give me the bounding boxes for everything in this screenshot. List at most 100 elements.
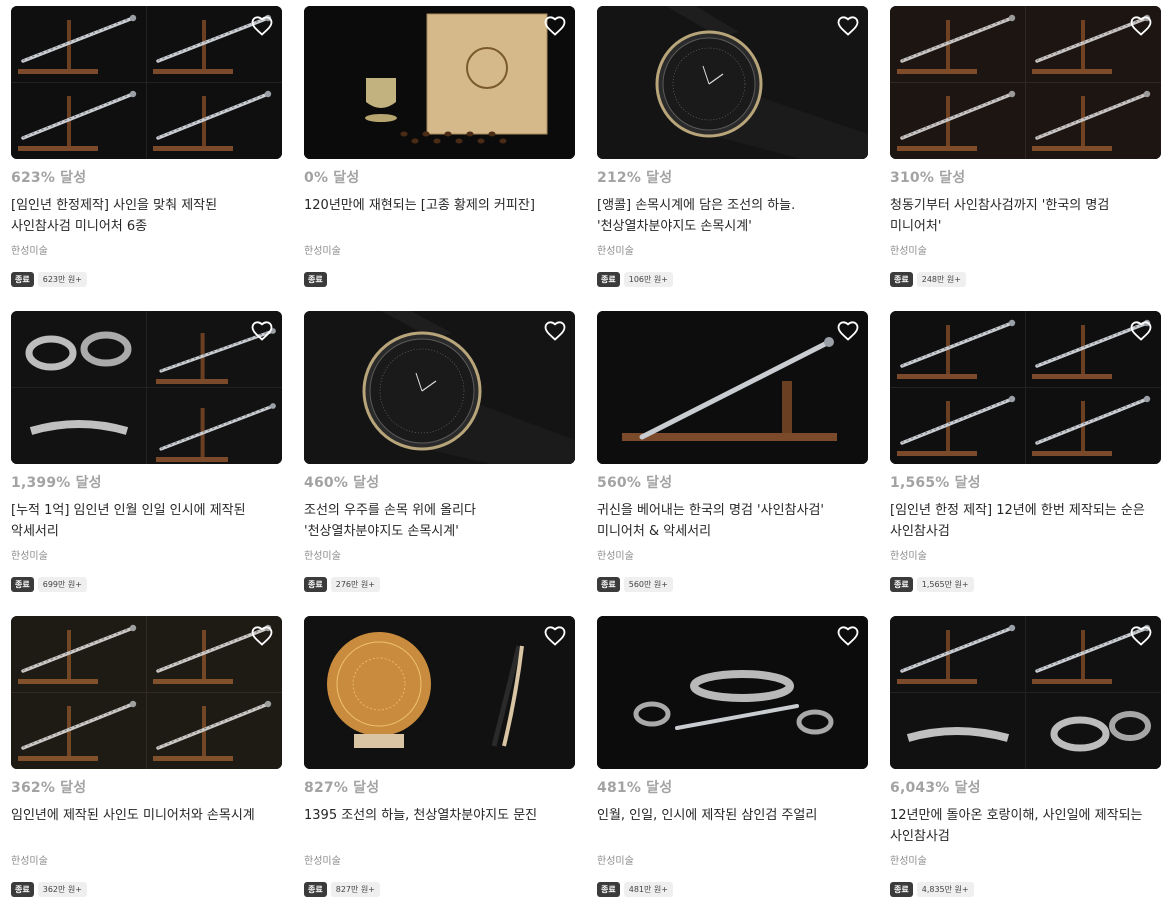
- project-title[interactable]: [누적 1억] 임인년 인월 인일 인시에 제작된 악세서리: [11, 500, 273, 542]
- status-badge: 종료: [890, 272, 913, 287]
- project-title[interactable]: 귀신을 베어내는 한국의 명검 '사인참사검' 미니어처 & 악세서리: [597, 500, 859, 542]
- maker-name[interactable]: 한성미술: [597, 547, 634, 562]
- maker-name[interactable]: 한성미술: [304, 242, 341, 257]
- project-title[interactable]: [임인년 한정제작] 사인을 맞춰 제작된 사인참사검 미니어처 6종: [11, 195, 273, 237]
- heart-icon[interactable]: [836, 319, 860, 343]
- maker-name[interactable]: 한성미술: [304, 547, 341, 562]
- project-title[interactable]: 12년만에 돌아온 호랑이해, 사인일에 제작되는 사인참사검: [890, 805, 1152, 847]
- heart-icon[interactable]: [543, 14, 567, 38]
- heart-icon[interactable]: [250, 319, 274, 343]
- project-card[interactable]: 560% 달성 귀신을 베어내는 한국의 명검 '사인참사검' 미니어처 & 악…: [597, 311, 868, 616]
- achievement-rate: 0% 달성: [304, 170, 360, 186]
- product-image: [11, 616, 282, 769]
- achievement-rate: 560% 달성: [597, 475, 673, 491]
- status-badge: 종료: [597, 577, 620, 592]
- product-image: [597, 616, 868, 769]
- project-thumbnail[interactable]: [597, 616, 868, 769]
- product-image: [11, 311, 282, 464]
- project-thumbnail[interactable]: [11, 6, 282, 159]
- project-meta: 종료 276만 원+: [304, 577, 380, 592]
- project-meta: 종료 623만 원+: [11, 272, 87, 287]
- project-title[interactable]: 임인년에 제작된 사인도 미니어처와 손목시계: [11, 805, 273, 826]
- project-card[interactable]: 0% 달성 120년만에 재현되는 [고종 황제의 커피잔] 한성미술 종료: [304, 6, 575, 311]
- project-thumbnail[interactable]: [890, 6, 1161, 159]
- product-image: [597, 6, 868, 159]
- maker-name[interactable]: 한성미술: [890, 547, 927, 562]
- project-thumbnail[interactable]: [304, 311, 575, 464]
- status-badge: 종료: [304, 882, 327, 897]
- project-title[interactable]: 1395 조선의 하늘, 천상열차분야지도 문진: [304, 805, 566, 826]
- maker-name[interactable]: 한성미술: [11, 547, 48, 562]
- funding-amount: 4,835만 원+: [916, 882, 974, 897]
- status-badge: 종료: [890, 882, 913, 897]
- funding-amount: 248만 원+: [916, 272, 966, 287]
- project-title[interactable]: [앵콜] 손목시계에 담은 조선의 하늘. '천상열차분야지도 손목시계': [597, 195, 859, 237]
- product-image: [597, 311, 868, 464]
- achievement-rate: 1,565% 달성: [890, 475, 981, 491]
- project-thumbnail[interactable]: [304, 6, 575, 159]
- funding-amount: 362만 원+: [37, 882, 87, 897]
- maker-name[interactable]: 한성미술: [890, 242, 927, 257]
- project-meta: 종료 362만 원+: [11, 882, 87, 897]
- project-card[interactable]: 212% 달성 [앵콜] 손목시계에 담은 조선의 하늘. '천상열차분야지도 …: [597, 6, 868, 311]
- project-title[interactable]: 120년만에 재현되는 [고종 황제의 커피잔]: [304, 195, 566, 216]
- achievement-rate: 362% 달성: [11, 780, 87, 796]
- status-badge: 종료: [304, 272, 327, 287]
- maker-name[interactable]: 한성미술: [597, 242, 634, 257]
- maker-name[interactable]: 한성미술: [304, 852, 341, 867]
- product-image: [304, 6, 575, 159]
- heart-icon[interactable]: [250, 14, 274, 38]
- project-thumbnail[interactable]: [597, 6, 868, 159]
- heart-icon[interactable]: [543, 319, 567, 343]
- achievement-rate: 481% 달성: [597, 780, 673, 796]
- project-meta: 종료 827만 원+: [304, 882, 380, 897]
- maker-name[interactable]: 한성미술: [597, 852, 634, 867]
- status-badge: 종료: [11, 882, 34, 897]
- project-title[interactable]: 인월, 인일, 인시에 제작된 삼인검 주얼리: [597, 805, 859, 826]
- status-badge: 종료: [890, 577, 913, 592]
- funding-amount: 623만 원+: [37, 272, 87, 287]
- project-card[interactable]: 6,043% 달성 12년만에 돌아온 호랑이해, 사인일에 제작되는 사인참사…: [890, 616, 1161, 921]
- maker-name[interactable]: 한성미술: [11, 242, 48, 257]
- heart-icon[interactable]: [543, 624, 567, 648]
- project-card[interactable]: 1,399% 달성 [누적 1억] 임인년 인월 인일 인시에 제작된 악세서리…: [11, 311, 282, 616]
- product-image: [890, 311, 1161, 464]
- project-card[interactable]: 623% 달성 [임인년 한정제작] 사인을 맞춰 제작된 사인참사검 미니어처…: [11, 6, 282, 311]
- heart-icon[interactable]: [836, 14, 860, 38]
- project-title[interactable]: 조선의 우주를 손목 위에 올리다 '천상열차분야지도 손목시계': [304, 500, 566, 542]
- project-meta: 종료 4,835만 원+: [890, 882, 974, 897]
- heart-icon[interactable]: [836, 624, 860, 648]
- project-meta: 종료 481만 원+: [597, 882, 673, 897]
- achievement-rate: 1,399% 달성: [11, 475, 102, 491]
- project-thumbnail[interactable]: [890, 616, 1161, 769]
- project-card[interactable]: 460% 달성 조선의 우주를 손목 위에 올리다 '천상열차분야지도 손목시계…: [304, 311, 575, 616]
- status-badge: 종료: [11, 577, 34, 592]
- achievement-rate: 460% 달성: [304, 475, 380, 491]
- heart-icon[interactable]: [1129, 624, 1153, 648]
- achievement-rate: 310% 달성: [890, 170, 966, 186]
- project-meta: 종료 106만 원+: [597, 272, 673, 287]
- project-card[interactable]: 1,565% 달성 [임인년 한정 제작] 12년에 한번 제작되는 순은 사인…: [890, 311, 1161, 616]
- funding-amount: 1,565만 원+: [916, 577, 974, 592]
- project-card[interactable]: 362% 달성 임인년에 제작된 사인도 미니어처와 손목시계 한성미술 종료 3…: [11, 616, 282, 921]
- project-card[interactable]: 310% 달성 청동기부터 사인참사검까지 '한국의 명검 미니어처' 한성미술…: [890, 6, 1161, 311]
- heart-icon[interactable]: [1129, 14, 1153, 38]
- project-thumbnail[interactable]: [597, 311, 868, 464]
- project-card[interactable]: 827% 달성 1395 조선의 하늘, 천상열차분야지도 문진 한성미술 종료…: [304, 616, 575, 921]
- project-title[interactable]: [임인년 한정 제작] 12년에 한번 제작되는 순은 사인참사검: [890, 500, 1152, 542]
- project-thumbnail[interactable]: [11, 311, 282, 464]
- heart-icon[interactable]: [250, 624, 274, 648]
- project-card[interactable]: 481% 달성 인월, 인일, 인시에 제작된 삼인검 주얼리 한성미술 종료 4…: [597, 616, 868, 921]
- project-meta: 종료 248만 원+: [890, 272, 966, 287]
- project-thumbnail[interactable]: [890, 311, 1161, 464]
- project-thumbnail[interactable]: [304, 616, 575, 769]
- achievement-rate: 6,043% 달성: [890, 780, 981, 796]
- project-thumbnail[interactable]: [11, 616, 282, 769]
- project-grid: 623% 달성 [임인년 한정제작] 사인을 맞춰 제작된 사인참사검 미니어처…: [11, 6, 1161, 921]
- product-image: [890, 616, 1161, 769]
- project-title[interactable]: 청동기부터 사인참사검까지 '한국의 명검 미니어처': [890, 195, 1152, 237]
- product-image: [304, 311, 575, 464]
- maker-name[interactable]: 한성미술: [890, 852, 927, 867]
- maker-name[interactable]: 한성미술: [11, 852, 48, 867]
- heart-icon[interactable]: [1129, 319, 1153, 343]
